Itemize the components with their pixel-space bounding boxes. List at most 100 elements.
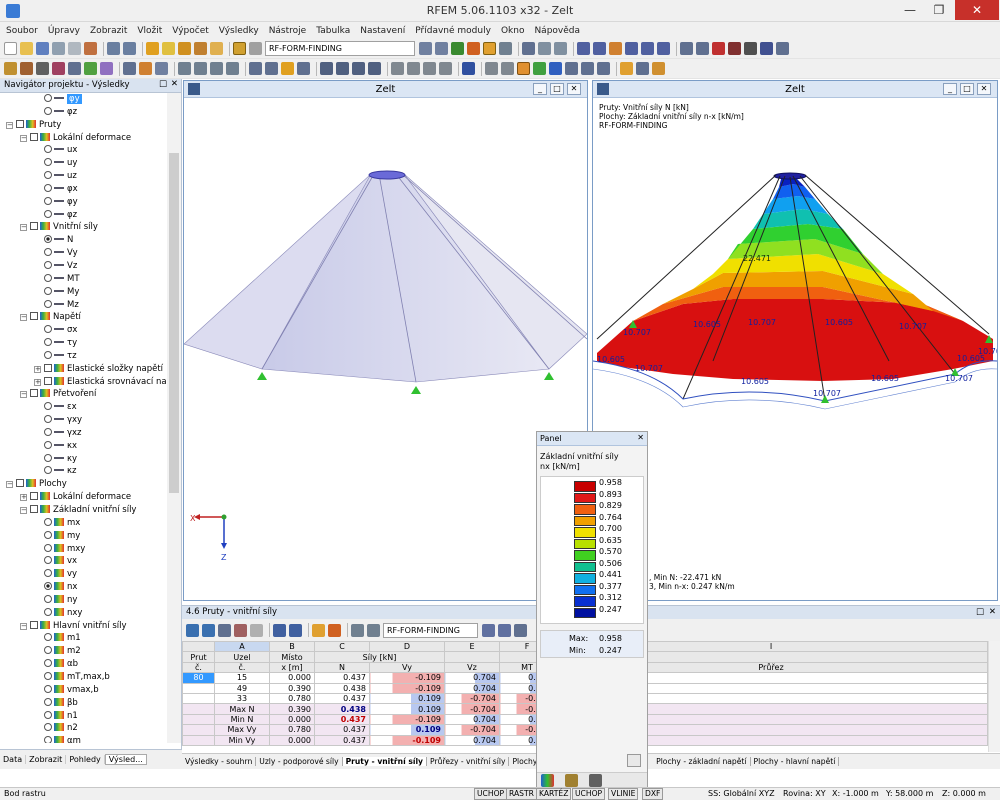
tree-item[interactable]: My — [0, 286, 168, 299]
table-cell-x[interactable]: 0.780 — [269, 692, 315, 705]
table-rows-icon[interactable] — [367, 623, 380, 637]
table-cell-vz[interactable]: 0.704 — [444, 734, 500, 746]
menu-addons[interactable]: Přídavné moduly — [415, 26, 491, 36]
radio-button[interactable] — [44, 350, 52, 359]
section-icon[interactable] — [522, 42, 535, 55]
tree-item[interactable]: Mz — [0, 299, 168, 312]
table-cell-prut[interactable]: 80 — [182, 672, 215, 684]
tree-item[interactable]: n2 — [0, 722, 168, 735]
view-left[interactable]: Zelt _ □ ✕ X Z — [183, 80, 588, 601]
checkbox[interactable] — [30, 620, 38, 629]
table-view-icon[interactable] — [186, 623, 199, 637]
view-right-close-icon[interactable]: ✕ — [977, 83, 991, 95]
table-cell-uzel[interactable]: Min Vy — [214, 734, 270, 746]
rotate-icon[interactable] — [696, 42, 709, 55]
view-left-close-icon[interactable]: ✕ — [567, 83, 581, 95]
tab-data[interactable]: Data — [0, 755, 27, 764]
col-letter[interactable]: B — [269, 640, 315, 653]
tree-item[interactable]: vx — [0, 555, 168, 568]
close-icon[interactable]: ✕ — [955, 0, 999, 20]
line-load-icon[interactable] — [139, 62, 152, 75]
numbering-icon[interactable] — [485, 62, 498, 75]
tab-display[interactable]: Zobrazit — [26, 755, 67, 764]
dimension-icon[interactable] — [297, 62, 310, 75]
pencil-icon[interactable] — [146, 42, 159, 55]
zoom-all-icon[interactable] — [657, 42, 670, 55]
table-forward-icon[interactable] — [289, 623, 302, 637]
checkbox[interactable] — [16, 479, 24, 488]
tree-item[interactable]: N — [0, 234, 168, 247]
globe-icon[interactable] — [462, 62, 475, 75]
radio-button[interactable] — [44, 325, 52, 334]
table-cell-prut[interactable] — [182, 713, 215, 726]
navigator-scrollbar[interactable] — [167, 93, 181, 743]
tree-item[interactable]: m1 — [0, 632, 168, 645]
table-case-combo[interactable]: RF-FORM-FINDING — [383, 622, 478, 638]
radio-button[interactable] — [44, 196, 52, 205]
legend-icon[interactable] — [597, 62, 610, 75]
radio-button[interactable] — [44, 594, 52, 603]
table-filter-icon[interactable] — [218, 623, 231, 637]
tree-item[interactable]: κy — [0, 453, 168, 466]
deform-icon[interactable] — [451, 42, 464, 55]
list-icon[interactable] — [554, 42, 567, 55]
col-letter[interactable]: D — [369, 640, 445, 653]
tree-item[interactable]: MT — [0, 273, 168, 286]
section-view-icon[interactable] — [565, 62, 578, 75]
factors-tab-icon[interactable] — [565, 774, 578, 787]
measure-icon[interactable] — [680, 42, 693, 55]
view-z-icon[interactable] — [625, 42, 638, 55]
select-icon[interactable] — [352, 62, 365, 75]
sheet-tab[interactable]: Plochy - hlavní napětí — [751, 757, 840, 766]
radio-button[interactable] — [44, 286, 52, 295]
checkbox[interactable] — [30, 492, 38, 501]
radio-button[interactable] — [44, 260, 52, 269]
radio-button[interactable] — [44, 530, 52, 539]
table-back-icon[interactable] — [273, 623, 286, 637]
radio-button[interactable] — [44, 710, 52, 719]
table-cell-vy[interactable]: -0.109 — [369, 672, 445, 684]
tree-item[interactable]: − Základní vnitřní síly — [0, 504, 168, 517]
table-pin-icon[interactable]: □ — [976, 607, 984, 617]
checkbox[interactable] — [44, 376, 52, 385]
radio-button[interactable] — [44, 453, 52, 462]
table-cell-prut[interactable] — [182, 682, 215, 694]
surface-icon[interactable] — [68, 62, 81, 75]
sheet-tab[interactable]: Uzly - podporové síly — [256, 757, 343, 766]
collapse-icon[interactable]: − — [6, 481, 13, 489]
tree-item[interactable]: τz — [0, 350, 168, 363]
menu-table[interactable]: Tabulka — [316, 26, 350, 36]
table-cell-vy[interactable]: -0.109 — [369, 682, 445, 694]
tree-item[interactable]: κx — [0, 440, 168, 453]
checkbox[interactable] — [30, 222, 38, 231]
radio-button[interactable] — [44, 466, 52, 475]
snap-toggle[interactable]: UCHOP — [474, 788, 508, 800]
navigator-close-icon[interactable]: ✕ — [171, 79, 178, 89]
table-icon[interactable] — [249, 42, 262, 55]
menu-insert[interactable]: Vložit — [137, 26, 162, 36]
tree-item[interactable]: + Lokální deformace — [0, 491, 168, 504]
radio-button[interactable] — [44, 106, 52, 115]
radio-button[interactable] — [44, 158, 52, 167]
cartesian-toggle[interactable]: KARTÉZ — [536, 788, 572, 800]
collapse-icon[interactable]: − — [20, 391, 27, 399]
table-cell-prut[interactable] — [182, 692, 215, 705]
tree-item[interactable]: φy — [0, 196, 168, 209]
cut-icon[interactable] — [84, 42, 97, 55]
table-cell-vz[interactable]: 0.704 — [444, 713, 500, 726]
lines-snap-icon[interactable] — [439, 62, 452, 75]
radio-button[interactable] — [44, 235, 52, 244]
dxf-toggle[interactable]: DXF — [642, 788, 664, 800]
radio-button[interactable] — [44, 736, 52, 743]
print-icon[interactable] — [52, 42, 65, 55]
load-icon[interactable] — [123, 62, 136, 75]
radio-button[interactable] — [44, 582, 52, 591]
sheet-tab[interactable]: Průřezy - vnitřní síly — [427, 757, 510, 766]
radio-button[interactable] — [44, 402, 52, 411]
radio-button[interactable] — [44, 556, 52, 565]
tree-item[interactable]: εx — [0, 401, 168, 414]
view-iso-icon[interactable] — [577, 42, 590, 55]
color-scale-tab-icon[interactable] — [541, 774, 554, 787]
color-scale-icon[interactable] — [652, 62, 665, 75]
tree-item[interactable]: + Elastická srovnávací napě — [0, 376, 168, 389]
